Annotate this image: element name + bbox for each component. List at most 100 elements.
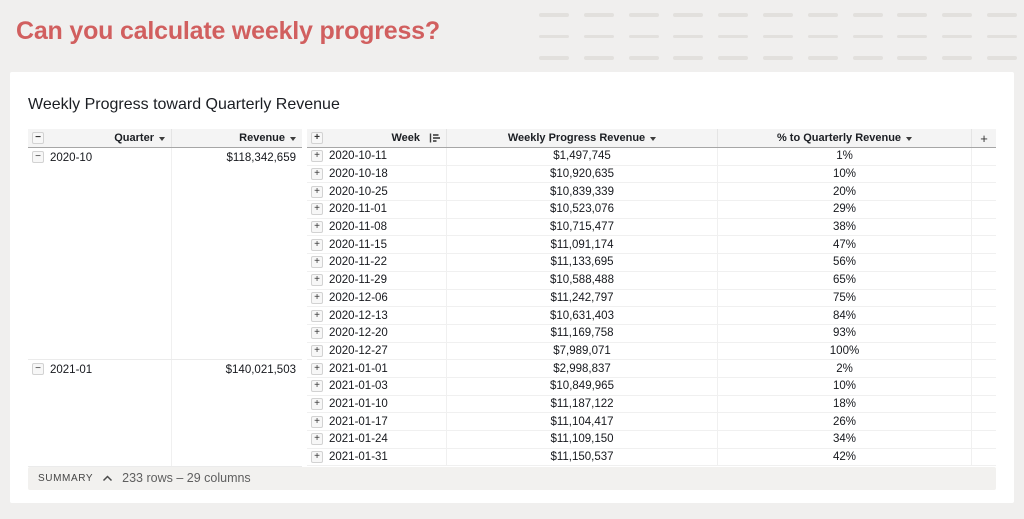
quarter-value: 2020-10 (50, 150, 92, 165)
expand-column-button[interactable]: + (311, 132, 323, 144)
week-column-header[interactable]: + Week (307, 129, 447, 147)
expand-row-button[interactable]: + (311, 398, 323, 410)
plus-icon: + (314, 381, 320, 391)
empty-cell (972, 413, 996, 430)
week-value: 2020-12-27 (329, 345, 388, 357)
minus-icon: − (35, 133, 41, 143)
week-cell: + 2020-11-08 (307, 219, 447, 236)
expand-row-button[interactable]: + (311, 186, 323, 198)
expand-row-button[interactable]: + (311, 363, 323, 375)
sort-icon[interactable] (429, 132, 441, 144)
caret-down-icon[interactable] (159, 137, 165, 141)
placeholder-dash (629, 13, 659, 17)
expand-row-button[interactable]: + (311, 327, 323, 339)
placeholder-dash (584, 56, 614, 60)
pct-quarterly-column-header[interactable]: % to Quarterly Revenue (718, 129, 972, 147)
placeholder-lines (539, 13, 1017, 60)
expand-row-button[interactable]: + (311, 168, 323, 180)
caret-down-icon[interactable] (906, 137, 912, 141)
collapse-column-button[interactable]: − (32, 132, 44, 144)
caret-down-icon[interactable] (290, 137, 296, 141)
summary-label: SUMMARY (38, 473, 93, 484)
caret-down-icon[interactable] (650, 137, 656, 141)
expand-row-button[interactable]: + (311, 292, 323, 304)
placeholder-dash (853, 13, 883, 17)
week-row: + 2020-12-20 $11,169,758 93% (307, 325, 996, 343)
placeholder-dash (718, 35, 748, 39)
placeholder-row (539, 35, 1017, 39)
expand-row-button[interactable]: + (311, 433, 323, 445)
week-cell: + 2020-10-25 (307, 183, 447, 200)
expand-row-button[interactable]: + (311, 150, 323, 162)
placeholder-row (539, 56, 1017, 60)
week-row: + 2021-01-10 $11,187,122 18% (307, 396, 996, 414)
week-value: 2020-12-13 (329, 310, 388, 322)
week-cell: + 2020-11-15 (307, 236, 447, 253)
pct-quarterly-value: 10% (718, 378, 972, 395)
plus-icon: + (314, 452, 320, 462)
week-cell: + 2021-01-17 (307, 413, 447, 430)
week-header-label: Week (391, 132, 420, 144)
collapse-row-button[interactable]: − (32, 151, 44, 163)
expand-row-button[interactable]: + (311, 416, 323, 428)
weekly-progress-header-label: Weekly Progress Revenue (508, 132, 645, 144)
plus-icon: + (314, 417, 320, 427)
expand-row-button[interactable]: + (311, 310, 323, 322)
plus-icon: + (314, 240, 320, 250)
placeholder-dash (673, 35, 703, 39)
empty-cell (972, 254, 996, 271)
add-column-button[interactable]: + (972, 129, 996, 147)
placeholder-dash (987, 13, 1017, 17)
empty-cell (972, 343, 996, 360)
empty-cell (972, 307, 996, 324)
plus-icon: + (314, 187, 320, 197)
weekly-progress-value: $10,588,488 (447, 272, 718, 289)
weekly-progress-value: $10,849,965 (447, 378, 718, 395)
weekly-progress-column-header[interactable]: Weekly Progress Revenue (447, 129, 718, 147)
placeholder-dash (763, 13, 793, 17)
plus-icon: + (314, 346, 320, 356)
pct-quarterly-value: 38% (718, 219, 972, 236)
placeholder-dash (808, 35, 838, 39)
placeholder-dash (718, 13, 748, 17)
empty-cell (972, 360, 996, 377)
weekly-progress-value: $11,169,758 (447, 325, 718, 342)
placeholder-dash (897, 13, 927, 17)
empty-cell (972, 431, 996, 448)
week-value: 2020-10-11 (329, 150, 387, 162)
revenue-value: $118,342,659 (172, 148, 302, 359)
quarter-column-header[interactable]: − Quarter (28, 129, 172, 147)
expand-row-button[interactable]: + (311, 345, 323, 357)
placeholder-dash (942, 56, 972, 60)
chevron-up-icon[interactable] (102, 475, 113, 482)
expand-row-button[interactable]: + (311, 451, 323, 463)
expand-row-button[interactable]: + (311, 221, 323, 233)
week-cell: + 2020-11-29 (307, 272, 447, 289)
week-row: + 2020-11-08 $10,715,477 38% (307, 219, 996, 237)
empty-cell (972, 272, 996, 289)
week-row: + 2021-01-31 $11,150,537 42% (307, 449, 996, 467)
week-panel-header: + Week Weekly Progress Revenue (307, 129, 996, 148)
revenue-column-header[interactable]: Revenue (172, 129, 302, 147)
placeholder-dash (987, 56, 1017, 60)
pct-quarterly-value: 1% (718, 148, 972, 165)
expand-row-button[interactable]: + (311, 256, 323, 268)
expand-row-button[interactable]: + (311, 274, 323, 286)
plus-icon: + (314, 257, 320, 267)
summary-bar[interactable]: SUMMARY 233 rows – 29 columns (28, 467, 996, 490)
empty-cell (972, 449, 996, 466)
pct-quarterly-value: 84% (718, 307, 972, 324)
week-cell: + 2020-12-27 (307, 343, 447, 360)
placeholder-dash (629, 56, 659, 60)
empty-cell (972, 290, 996, 307)
week-value: 2020-10-25 (329, 186, 388, 198)
collapse-row-button[interactable]: − (32, 363, 44, 375)
placeholder-dash (763, 56, 793, 60)
weekly-progress-value: $11,150,537 (447, 449, 718, 466)
expand-row-button[interactable]: + (311, 203, 323, 215)
expand-row-button[interactable]: + (311, 239, 323, 251)
plus-icon: + (314, 151, 320, 161)
expand-row-button[interactable]: + (311, 380, 323, 392)
week-value: 2020-11-29 (329, 274, 387, 286)
weekly-progress-value: $10,523,076 (447, 201, 718, 218)
